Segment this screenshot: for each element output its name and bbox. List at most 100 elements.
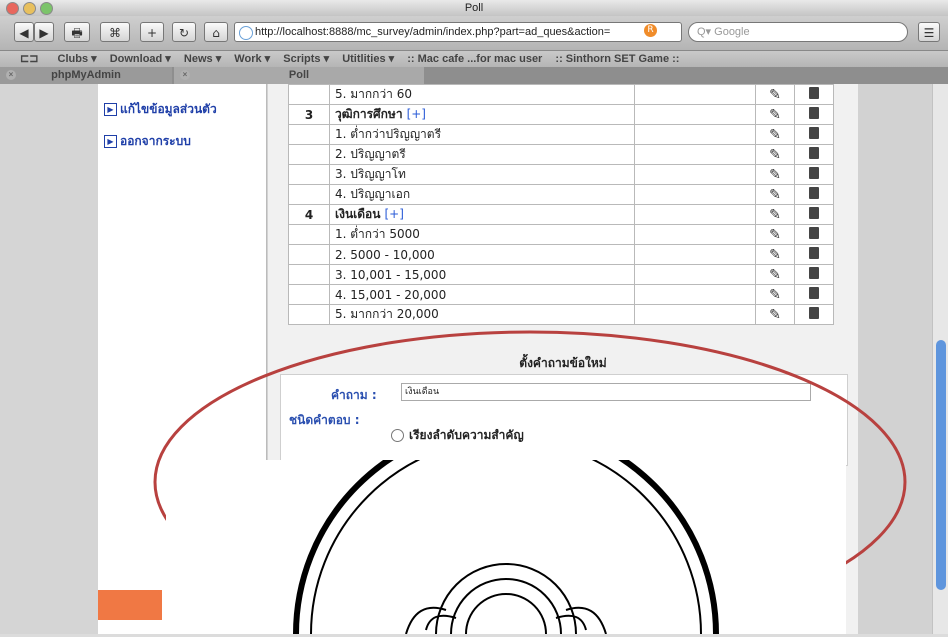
question-number [288,244,330,265]
window-titlebar: Poll [0,0,948,16]
answer-row: 3. ปริญญาโท ✎ [288,164,834,185]
minimize-window-button[interactable] [23,2,36,15]
add-answer-link[interactable]: [+] [384,207,403,221]
tab-phpmyadmin[interactable]: × phpMyAdmin [0,67,172,84]
sidebar-item-logout[interactable]: ▶ ออกจากระบบ [104,132,191,151]
sidebar-item-label: แก้ไขข้อมูลส่วนตัว [120,102,217,116]
edit-icon[interactable]: ✎ [769,247,781,263]
delete-cell [794,144,834,165]
trash-icon[interactable] [809,207,819,219]
answer-row: 2. ปริญญาตรี ✎ [288,144,834,165]
address-bar[interactable]: http://localhost:8888/mc_survey/admin/in… [234,22,682,42]
edit-icon[interactable]: ✎ [769,107,781,123]
answer-row: 4. ปริญญาเอก ✎ [288,184,834,205]
delete-cell [794,264,834,285]
edit-icon[interactable]: ✎ [769,207,781,223]
delete-cell [794,124,834,145]
add-bookmark-button[interactable]: + [140,22,164,42]
bookmark-utilities[interactable]: Utitlities ▾ [342,53,394,65]
trash-icon[interactable] [809,287,819,299]
answer-text: 2. ปริญญาตรี [329,144,635,165]
delete-cell [794,284,834,305]
home-button[interactable]: ⌂ [204,22,228,42]
edit-cell: ✎ [755,224,795,245]
edit-icon[interactable]: ✎ [769,167,781,183]
answer-text: 1. ต่ำกว่า 5000 [329,224,635,245]
bookmark-clubs[interactable]: Clubs ▾ [58,53,97,65]
spacer-cell [634,304,756,325]
edit-icon[interactable]: ✎ [769,227,781,243]
zoom-window-button[interactable] [40,2,53,15]
edit-icon[interactable]: ✎ [769,307,781,323]
tab-poll[interactable]: × Poll [174,67,424,84]
bookmark-scripts[interactable]: Scripts ▾ [283,53,329,65]
answer-text: 3. 10,001 - 15,000 [329,264,635,285]
page-scrollbar[interactable] [932,84,948,634]
trash-icon[interactable] [809,227,819,239]
reload-button[interactable]: ↻ [172,22,196,42]
edit-icon[interactable]: ✎ [769,267,781,283]
close-window-button[interactable] [6,2,19,15]
delete-cell [794,104,834,125]
spacer-cell [634,224,756,245]
trash-icon[interactable] [809,127,819,139]
question-text: วุฒิการศึกษา [+] [329,104,635,125]
arrow-box-icon: ▶ [104,135,117,148]
bookmark-mac-cafe[interactable]: :: Mac cafe ...for mac user [407,53,542,65]
back-button[interactable]: ◀ [14,22,34,42]
trash-icon[interactable] [809,147,819,159]
spacer-cell [634,284,756,305]
question-input[interactable]: เงินเดือน [401,383,811,401]
delete-cell [794,164,834,185]
bookmark-sinthorn[interactable]: :: Sinthorn SET Game :: [555,53,679,65]
row-label: 5. มากกว่า 60 [335,87,413,101]
trash-icon[interactable] [809,247,819,259]
window-title: Poll [464,2,484,14]
bookmark-download[interactable]: Download ▾ [110,53,171,65]
delete-cell [794,304,834,325]
scrollbar-thumb[interactable] [936,340,946,590]
rss-icon[interactable]: R [644,24,657,37]
answer-row: 1. ต่ำกว่าปริญญาตรี ✎ [288,124,834,145]
search-input[interactable]: Q▾ Google [688,22,908,42]
book-icon[interactable]: ⊏⊐ [20,53,38,65]
close-tab-icon[interactable]: × [180,70,190,80]
emblem-seal-icon [293,421,719,635]
spacer-cell [634,84,756,105]
trash-icon[interactable] [809,107,819,119]
edit-icon[interactable]: ✎ [769,187,781,203]
forward-button[interactable]: ▶ [34,22,54,42]
row-label: 5. มากกว่า 20,000 [335,307,439,321]
question-number: 4 [288,204,330,225]
print-icon[interactable]: 🖶 [64,22,90,42]
trash-icon[interactable] [809,187,819,199]
row-label: 3. 10,001 - 15,000 [335,267,447,282]
row-label: เงินเดือน [335,207,381,221]
question-row: 3 วุฒิการศึกษา [+] ✎ [288,104,834,125]
delete-cell [794,204,834,225]
answer-text: 3. ปริญญาโท [329,164,635,185]
add-answer-link[interactable]: [+] [407,107,426,121]
bookmark-icon[interactable]: ⌘ [100,22,130,42]
trash-icon[interactable] [809,167,819,179]
trash-icon[interactable] [809,87,819,99]
sidebar-item-edit-profile[interactable]: ▶ แก้ไขข้อมูลส่วนตัว [104,100,217,119]
tab-bar: × phpMyAdmin × Poll [0,67,948,84]
edit-cell: ✎ [755,244,795,265]
bookmark-work[interactable]: Work ▾ [234,53,270,65]
question-number [288,284,330,305]
close-tab-icon[interactable]: × [6,70,16,80]
trash-icon[interactable] [809,307,819,319]
answer-type-rank-label: เรียงลำดับความสำคัญ [409,428,524,442]
row-label: 2. 5000 - 10,000 [335,247,435,262]
answer-type-rank-radio[interactable] [391,429,404,442]
edit-icon[interactable]: ✎ [769,87,781,103]
answer-type-label: ชนิดคำตอบ : [289,413,360,427]
bookmark-menu-icon[interactable]: ☰ [918,22,940,42]
edit-icon[interactable]: ✎ [769,127,781,143]
edit-icon[interactable]: ✎ [769,287,781,303]
edit-cell: ✎ [755,124,795,145]
trash-icon[interactable] [809,267,819,279]
bookmark-news[interactable]: News ▾ [184,53,221,65]
edit-icon[interactable]: ✎ [769,147,781,163]
